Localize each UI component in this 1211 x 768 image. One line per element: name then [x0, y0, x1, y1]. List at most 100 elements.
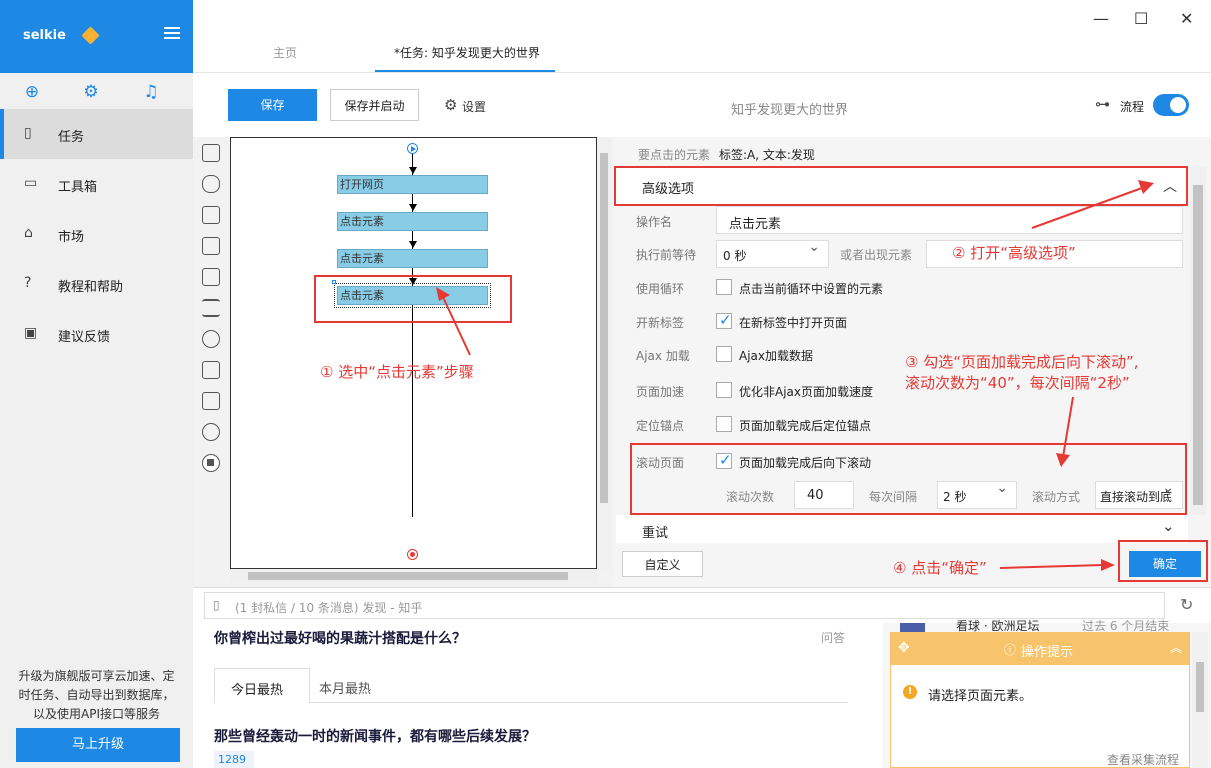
ajax-checkbox[interactable]: [716, 346, 732, 362]
tab-home[interactable]: 主页: [273, 44, 297, 61]
annotation-step-3-line2: 滚动次数为“40”，每次间隔“2秒”: [905, 374, 1130, 392]
loop-checkbox[interactable]: [716, 279, 732, 295]
mouse-icon[interactable]: [202, 175, 220, 193]
anchor-checkbox[interactable]: [716, 416, 732, 432]
tip-title: 操作提示: [1021, 645, 1074, 660]
wait-select[interactable]: 0 秒: [716, 239, 829, 268]
flow-end-icon: [407, 549, 418, 560]
close-icon[interactable]: ✕: [1180, 9, 1193, 28]
maximize-icon[interactable]: ☐: [1134, 9, 1148, 28]
retry-header[interactable]: [616, 515, 1188, 543]
flow-step[interactable]: 打开网页: [337, 175, 488, 194]
op-name-value: 点击元素: [729, 217, 782, 232]
canvas-horizontal-scrollbar[interactable]: [230, 569, 597, 583]
wait-label: 执行前等待: [636, 248, 697, 262]
flow-label: 流程: [1120, 100, 1145, 114]
sidebar-item-market[interactable]: ⌂ 市场: [0, 209, 193, 259]
toolbox-icon: ▭: [24, 175, 38, 191]
diamond-icon: [81, 26, 100, 45]
sidebar-item-feedback[interactable]: ▣ 建议反馈: [0, 309, 193, 359]
speed-label: 页面加速: [636, 385, 685, 399]
sidebar-item-label: 市场: [58, 230, 85, 245]
web-scrollbar[interactable]: [1192, 632, 1208, 768]
chevron-down-icon[interactable]: ⌄: [1162, 517, 1175, 535]
element-label: 要点击的元素: [638, 148, 711, 162]
newtab-label: 开新标签: [636, 316, 685, 330]
custom-button[interactable]: 自定义: [622, 551, 703, 577]
newtab-checkbox[interactable]: [716, 311, 732, 329]
upgrade-button[interactable]: 马上升级: [16, 728, 180, 762]
share-icon[interactable]: [202, 206, 220, 224]
headset-icon[interactable]: ♫: [141, 82, 161, 102]
tab-task[interactable]: *任务: 知乎发现更大的世界: [394, 44, 540, 61]
settings-button[interactable]: 设置: [462, 98, 486, 115]
speed-checkbox[interactable]: [716, 382, 732, 398]
sidebar-item-toolbox[interactable]: ▭ 工具箱: [0, 159, 193, 209]
tab-month-hot[interactable]: 本月最热: [319, 678, 371, 697]
op-name-label: 操作名: [636, 215, 673, 229]
collapse-icon[interactable]: ︽: [1170, 639, 1182, 656]
ajax-label: Ajax 加载: [636, 349, 690, 363]
flow-start-icon: [407, 143, 418, 154]
flow-toggle[interactable]: [1153, 94, 1189, 116]
annotation-arrow-1: [436, 287, 471, 356]
minimize-icon[interactable]: —: [1093, 9, 1109, 28]
address-bar[interactable]: ▯ (1 封私信 / 10 条消息) 发现 - 知乎: [204, 592, 1165, 619]
move-icon[interactable]: ✥: [898, 640, 910, 656]
list-icon[interactable]: [202, 299, 220, 317]
loop-label: 使用循环: [636, 282, 685, 296]
gear-icon[interactable]: ⚙: [81, 82, 101, 102]
task-title: 知乎发现更大的世界: [731, 103, 849, 118]
feed-question[interactable]: 你曾榨出过最好喝的果蔬汁搭配是什么？: [214, 628, 466, 648]
flow-step[interactable]: 点击元素: [337, 212, 488, 231]
loop-text: 点击当前循环中设置的元素: [739, 282, 884, 296]
tab-today-label: 今日最热: [231, 683, 284, 698]
annotation-step-1: ① 选中“点击元素”步骤: [320, 363, 474, 381]
promo-line: 时任务、自动导出到数据库，: [18, 688, 175, 702]
annotation-arrow-2: [1031, 180, 1154, 229]
canvas-vertical-scrollbar[interactable]: [597, 137, 611, 569]
rotate-icon[interactable]: [202, 423, 220, 441]
feed-partial-time: 过去 6 个月结束: [1082, 619, 1170, 632]
tab-today-hot[interactable]: 今日最热: [214, 668, 310, 703]
sidebar-item-label: 工具箱: [58, 180, 98, 195]
refresh-icon[interactable]: ↻: [1180, 595, 1193, 614]
feed-question[interactable]: 那些曾经轰动一时的新闻事件，都有哪些后续发展？: [214, 726, 536, 746]
view-flow-link[interactable]: 查看采集流程: [1107, 751, 1179, 768]
extract-icon[interactable]: [202, 268, 220, 286]
hamburger-menu-icon[interactable]: [164, 27, 180, 39]
loop-icon[interactable]: [202, 330, 220, 348]
anchor-text: 页面加载完成后定位锚点: [739, 419, 872, 433]
settings-gear-icon[interactable]: ⚙: [444, 96, 457, 114]
sidebar-item-task[interactable]: ▯ 任务: [0, 109, 193, 159]
cursor-icon[interactable]: [202, 392, 220, 410]
or-appear-label: 或者出现元素: [840, 248, 913, 262]
save-button[interactable]: 保存: [228, 89, 317, 121]
sidebar: selkie ⊕ ⚙ ♫ ▯ 任务 ▭ 工具箱 ⌂ 市场 ? 教程和帮助 ▣ 建议反馈 升…: [0, 0, 193, 768]
annotation-step-2: ② 打开“高级选项”: [952, 244, 1076, 262]
document-icon: ▯: [24, 125, 32, 141]
speed-text: 优化非Ajax页面加载速度: [739, 385, 873, 399]
divider: [193, 72, 1211, 73]
vote-badge[interactable]: 1289: [214, 751, 254, 768]
save-and-start-button[interactable]: 保存并启动: [330, 89, 419, 121]
annotation-step-4: ④ 点击“确定”: [893, 559, 987, 577]
add-step-icon[interactable]: [202, 144, 220, 162]
upgrade-promo: 升级为旗舰版可享云加速、定 时任务、自动导出到数据库， 以及使用API接口等服务: [14, 667, 179, 724]
brand-name: selkie: [23, 28, 66, 43]
highlight-box-scroll: [630, 443, 1187, 515]
props-scrollbar[interactable]: [1190, 167, 1206, 515]
address-text: (1 封私信 / 10 条消息) 发现 - 知乎: [235, 601, 423, 615]
sidebar-item-help[interactable]: ? 教程和帮助: [0, 259, 193, 309]
add-icon[interactable]: ⊕: [22, 82, 42, 102]
flow-arrow: [409, 204, 417, 211]
newtab-text: 在新标签中打开页面: [739, 316, 848, 330]
stop-icon[interactable]: [202, 454, 220, 472]
branch-icon[interactable]: [202, 361, 220, 379]
flow-step[interactable]: 点击元素: [337, 249, 488, 268]
flow-canvas[interactable]: 打开网页 点击元素 点击元素 点击元素: [230, 137, 597, 569]
edit-icon[interactable]: [202, 237, 220, 255]
element-value: 标签:A, 文本:发现: [719, 148, 815, 162]
page-icon: ▯: [213, 598, 220, 612]
anchor-label: 定位锚点: [636, 419, 685, 433]
